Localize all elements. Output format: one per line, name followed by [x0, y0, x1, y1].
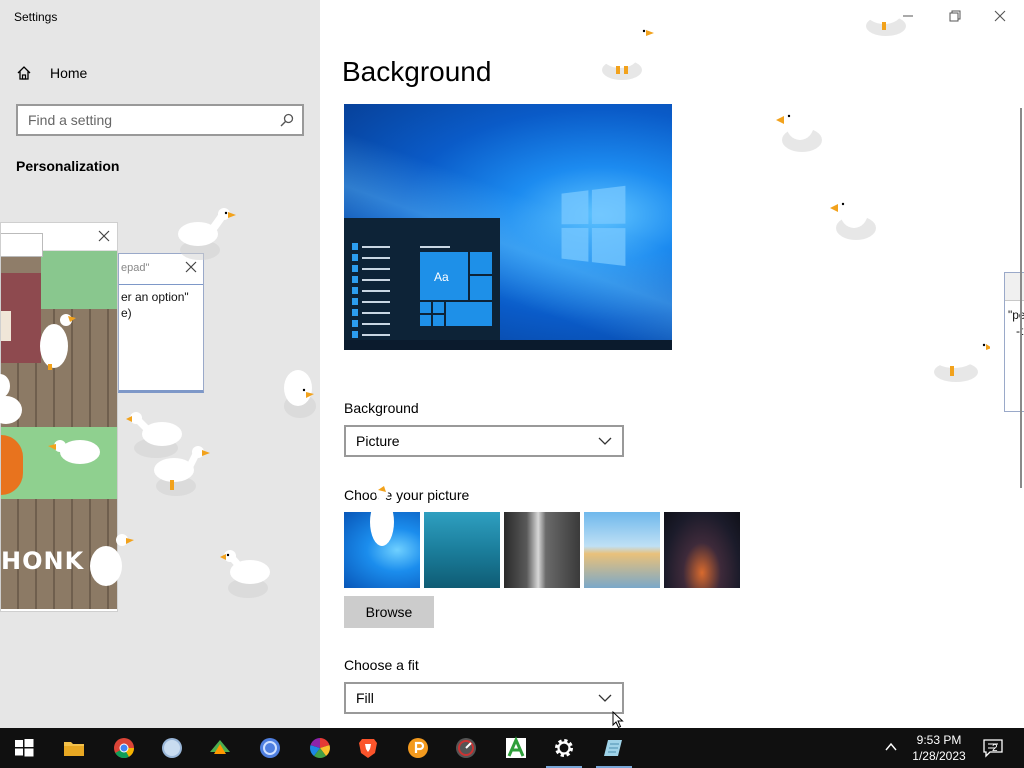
app-title: Settings	[14, 10, 58, 24]
background-type-dropdown[interactable]: Picture	[344, 425, 624, 457]
goose-icon	[90, 534, 134, 586]
green-a-icon[interactable]	[492, 728, 540, 768]
speed-icon[interactable]	[442, 728, 490, 768]
goose-icon	[776, 108, 822, 152]
circle-app-icon[interactable]	[246, 728, 294, 768]
search-box	[16, 104, 304, 136]
goose-icon	[602, 26, 654, 80]
sidebar-item-home[interactable]: Home	[16, 62, 87, 84]
picture-thumbnail-beach[interactable]	[584, 512, 660, 588]
game-grass	[41, 251, 117, 309]
game-inner-frame	[1, 233, 43, 257]
goose-icon	[178, 208, 236, 260]
picture-thumbnail-night-sky[interactable]	[664, 512, 740, 588]
safari-icon[interactable]	[148, 728, 196, 768]
chevron-up-icon[interactable]	[884, 740, 898, 754]
goose-icon	[40, 314, 76, 370]
home-icon	[17, 66, 31, 80]
section-title-personalization: Personalization	[16, 158, 120, 174]
preview-tile-text: Aa	[420, 252, 468, 300]
desktop-preview: Aa	[344, 104, 672, 350]
picture-thumbnail-waterfall[interactable]	[504, 512, 580, 588]
browse-button[interactable]: Browse	[344, 596, 434, 628]
goose-icon	[370, 486, 394, 546]
picture-thumbnail-underwater[interactable]	[424, 512, 500, 588]
choose-fit-label: Choose a fit	[344, 657, 419, 673]
scrollbar[interactable]	[1020, 108, 1022, 488]
color-wheel-icon[interactable]	[296, 728, 344, 768]
page-title: Background	[342, 56, 492, 87]
goose-icon	[48, 440, 100, 464]
notepad-text: er an option" e)	[119, 284, 203, 388]
windows-logo	[561, 185, 628, 268]
chrome-icon[interactable]	[100, 728, 148, 768]
taskbar: 9:53 PM 1/28/2023 2	[0, 728, 1024, 768]
goose-icon	[220, 550, 270, 598]
honk-text: HONK	[1, 547, 85, 575]
windows-start-icon[interactable]	[0, 728, 48, 768]
app-icon[interactable]	[196, 728, 244, 768]
brave-icon[interactable]	[344, 728, 392, 768]
close-icon[interactable]	[97, 229, 111, 243]
orange-p-icon[interactable]	[394, 728, 442, 768]
fit-value: Fill	[356, 690, 374, 706]
background-label: Background	[344, 400, 419, 416]
goose-icon	[154, 446, 210, 496]
taskbar-clock[interactable]: 9:53 PM 1/28/2023	[904, 732, 974, 764]
notepad-window-title: epad"	[121, 262, 150, 274]
sidebar-item-home-label: Home	[50, 65, 88, 81]
maximize-icon[interactable]	[946, 8, 962, 24]
notepad-line: er an option"	[121, 290, 189, 304]
goose-icon	[0, 374, 22, 424]
goose-icon	[830, 196, 876, 240]
preview-start-menu: Aa	[344, 218, 500, 340]
mouse-cursor-icon	[612, 711, 624, 729]
goose-icon	[284, 370, 316, 418]
close-icon[interactable]	[992, 8, 1008, 24]
goose-icon	[932, 340, 990, 382]
settings-gear-icon[interactable]	[540, 728, 588, 768]
notepad-icon[interactable]	[590, 728, 638, 768]
search-icon[interactable]	[280, 113, 294, 127]
chevron-down-icon	[598, 437, 612, 445]
search-input[interactable]	[18, 106, 274, 134]
fit-dropdown[interactable]: Fill	[344, 682, 624, 714]
clock-date: 1/28/2023	[912, 749, 966, 763]
file-explorer-icon[interactable]	[50, 728, 98, 768]
notepad-window-fragment: epad" er an option" e)	[118, 253, 204, 393]
notepad-line: e)	[121, 306, 132, 320]
clock-time: 9:53 PM	[916, 733, 962, 747]
notification-count: 2	[992, 743, 998, 754]
goose-icon	[866, 0, 906, 36]
background-type-value: Picture	[356, 433, 400, 449]
game-sign	[1, 311, 11, 341]
chevron-down-icon	[598, 694, 612, 702]
